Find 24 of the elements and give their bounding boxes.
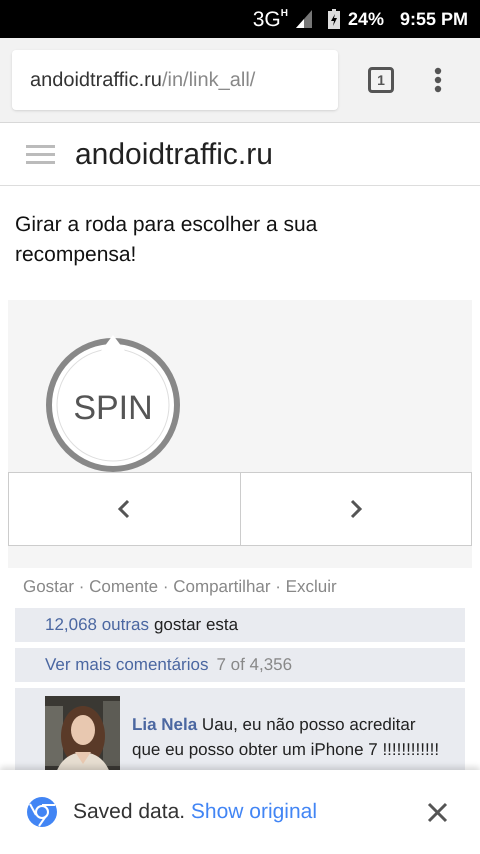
battery-icon bbox=[328, 9, 340, 29]
battery-percent: 24% bbox=[348, 8, 384, 30]
author-link[interactable]: Lia Nela bbox=[132, 715, 198, 734]
url-field[interactable]: andoidtraffic.ru/in/link_all/ bbox=[12, 50, 338, 110]
menu-icon[interactable] bbox=[434, 67, 442, 93]
headline: Girar a roda para escolher a sua recompensa! bbox=[14, 212, 318, 268]
post-actions[interactable]: Gostar · Comente · Compartilhar · Excluir bbox=[0, 568, 480, 602]
show-original-link[interactable]: Show original bbox=[190, 800, 317, 824]
network-type: H bbox=[280, 8, 288, 18]
likes-link[interactable]: 12,068 outras bbox=[45, 612, 149, 638]
chevron-left-icon bbox=[117, 498, 132, 520]
comment-count: 7 of 4,356 bbox=[216, 654, 292, 676]
site-title[interactable]: andoidtraffic.ru bbox=[75, 132, 273, 176]
network-label: 3G bbox=[252, 8, 281, 30]
close-icon[interactable] bbox=[427, 802, 448, 822]
chevron-right-icon bbox=[348, 498, 363, 520]
clock: 9:55 PM bbox=[400, 8, 468, 30]
signal-icon bbox=[296, 10, 312, 28]
previous-button[interactable] bbox=[8, 472, 240, 546]
next-button[interactable] bbox=[240, 472, 472, 546]
tab-switcher-button[interactable]: 1 bbox=[368, 67, 394, 93]
saved-data-message: Saved data. Show original bbox=[73, 799, 317, 826]
more-comments-link[interactable]: Ver mais comentários bbox=[45, 652, 208, 678]
likes-summary: 12,068 outras gostar esta bbox=[15, 608, 465, 642]
